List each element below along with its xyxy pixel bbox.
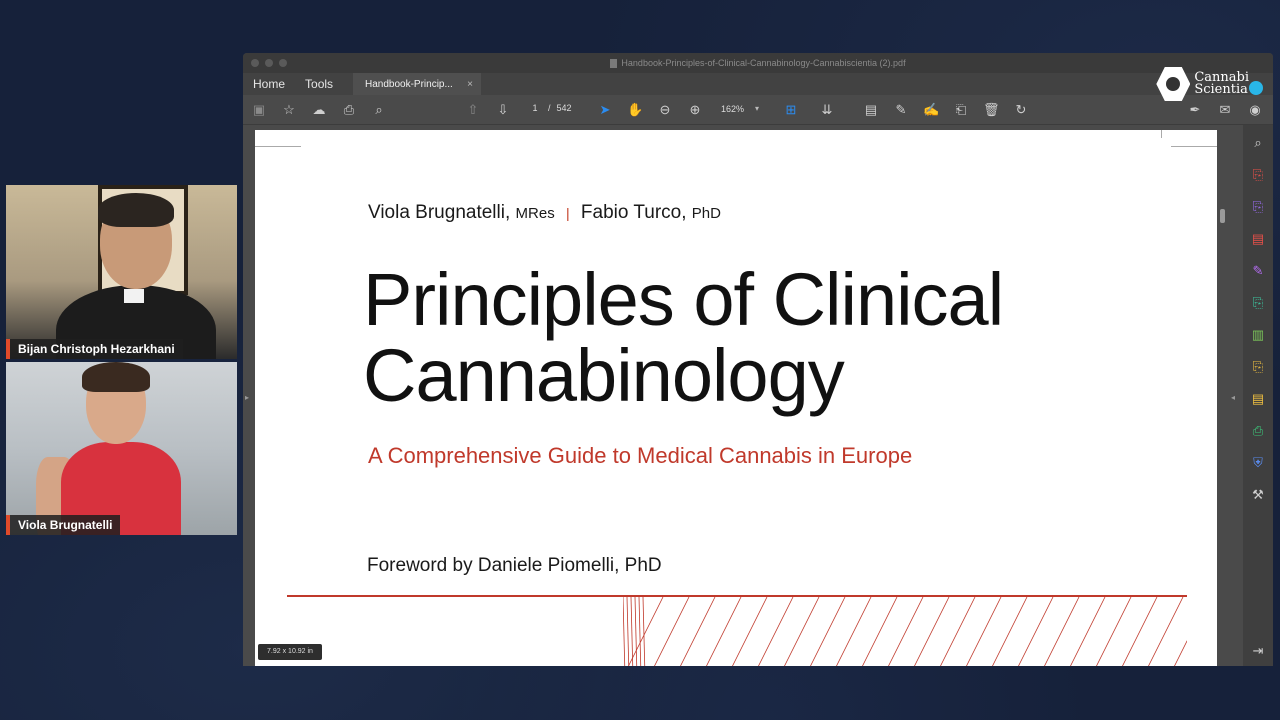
page-size-label: 7.92 x 10.92 in bbox=[258, 644, 322, 660]
organize-pages-icon[interactable]: ▥ bbox=[1250, 327, 1266, 343]
zoom-in-icon[interactable]: ⊕ bbox=[687, 102, 703, 118]
crop-mark bbox=[255, 146, 301, 147]
page-down-icon[interactable]: ⇩ bbox=[495, 102, 511, 118]
pdf-viewer-window: Handbook-Principles-of-Clinical-Cannabin… bbox=[243, 53, 1273, 666]
tab-bar: Home Tools Handbook-Princip... × bbox=[243, 73, 1273, 95]
page-indicator: 1 / 542 bbox=[528, 103, 572, 113]
window-controls bbox=[251, 59, 287, 67]
authors-line: Viola Brugnatelli, MRes | Fabio Turco, P… bbox=[368, 202, 721, 224]
toolbar: ▣ ☆ ☁ ⎙ ⌕ ⇧ ⇩ 1 / 542 ➤ ✋ ⊖ ⊕ 162% ▾ ⊞ ⇊… bbox=[243, 95, 1273, 125]
scrollbar-thumb[interactable] bbox=[1220, 209, 1225, 223]
fill-sign-icon[interactable]: ✎ bbox=[1250, 263, 1266, 279]
more-tools-icon[interactable]: ⚒ bbox=[1250, 487, 1266, 503]
person-hair bbox=[82, 362, 150, 392]
create-pdf-icon[interactable]: ⎘ bbox=[1250, 199, 1266, 215]
page-fit-icon[interactable]: ⊞ bbox=[783, 102, 799, 118]
print-icon[interactable]: ⎙ bbox=[341, 102, 357, 118]
delete-icon[interactable]: 🗑 bbox=[983, 102, 1000, 118]
scan-icon[interactable]: ⎙ bbox=[1250, 423, 1266, 439]
combine-files-icon[interactable]: ⎘ bbox=[1250, 295, 1266, 311]
tab-document-label: Handbook-Princip... bbox=[365, 78, 453, 90]
right-panel-toggle-icon[interactable]: ◂ bbox=[1231, 393, 1235, 402]
menu-home[interactable]: Home bbox=[243, 77, 295, 91]
hand-tool-icon[interactable]: ✋ bbox=[627, 102, 643, 118]
document-area[interactable]: Viola Brugnatelli, MRes | Fabio Turco, P… bbox=[243, 125, 1273, 666]
foreword-credit: Foreword by Daniele Piomelli, PhD bbox=[367, 555, 662, 576]
edit-pdf-icon[interactable]: ▤ bbox=[1250, 231, 1266, 247]
rotate-icon[interactable]: ↻ bbox=[1013, 102, 1029, 118]
window-title-text: Handbook-Principles-of-Clinical-Cannabin… bbox=[621, 58, 906, 68]
zoom-window-button[interactable] bbox=[279, 59, 287, 67]
select-cursor-icon[interactable]: ➤ bbox=[597, 102, 613, 118]
close-window-button[interactable] bbox=[251, 59, 259, 67]
page-up-icon[interactable]: ⇧ bbox=[465, 102, 481, 118]
menu-tools[interactable]: Tools bbox=[295, 77, 343, 91]
participant-video-1: Bijan Christoph Hezarkhani bbox=[6, 185, 237, 359]
logo-dot-icon bbox=[1249, 81, 1263, 95]
comment-panel-icon[interactable]: ▤ bbox=[1250, 391, 1266, 407]
chevron-down-icon[interactable]: ▾ bbox=[755, 104, 759, 113]
book-subtitle: A Comprehensive Guide to Medical Cannabi… bbox=[368, 443, 913, 468]
page-number-input[interactable]: 1 bbox=[528, 103, 542, 113]
protect-shield-icon[interactable]: ⛨ bbox=[1250, 455, 1266, 471]
zoom-out-icon[interactable]: ⊖ bbox=[657, 102, 673, 118]
vertical-scrollbar[interactable] bbox=[1220, 201, 1226, 661]
left-panel-toggle-icon[interactable]: ▸ bbox=[245, 393, 249, 402]
person-hair bbox=[98, 193, 174, 227]
page-total: 542 bbox=[556, 103, 572, 113]
author-1: Viola Brugnatelli, bbox=[368, 202, 511, 223]
author-2: Fabio Turco, bbox=[580, 202, 687, 223]
tab-document[interactable]: Handbook-Princip... × bbox=[353, 73, 481, 95]
account-icon[interactable]: ◉ bbox=[1247, 102, 1263, 118]
participant-name-tag: Bijan Christoph Hezarkhani bbox=[6, 339, 183, 359]
scroll-mode-icon[interactable]: ⇊ bbox=[819, 102, 835, 118]
brand-logo: Cannabi Scientia bbox=[1156, 67, 1263, 101]
right-tools-panel: ⌕ ⎘ ⎘ ▤ ✎ ⎘ ▥ ⎘ ▤ ⎙ ⛨ ⚒ ⇥ bbox=[1243, 125, 1273, 666]
author-1-degree: MRes bbox=[515, 205, 555, 222]
upload-cloud-icon[interactable]: ☁ bbox=[311, 102, 327, 118]
book-title-line-1: Principles of Clinical bbox=[363, 258, 1004, 341]
pdf-page[interactable]: Viola Brugnatelli, MRes | Fabio Turco, P… bbox=[255, 130, 1217, 666]
participant-name-tag: Viola Brugnatelli bbox=[6, 515, 121, 535]
book-title-line-2: Cannabinology bbox=[363, 334, 845, 417]
search-icon[interactable]: ⌕ bbox=[1250, 135, 1266, 151]
mail-icon[interactable]: ✉ bbox=[1217, 102, 1233, 118]
export-pdf-icon[interactable]: ⎘ bbox=[1250, 167, 1266, 183]
bookmark-star-icon[interactable]: ☆ bbox=[281, 102, 297, 118]
comment-icon[interactable]: ▤ bbox=[863, 102, 879, 118]
collapse-panel-icon[interactable]: ⇥ bbox=[1250, 643, 1266, 659]
title-bar: Handbook-Principles-of-Clinical-Cannabin… bbox=[243, 53, 1273, 73]
participant-video-2: Viola Brugnatelli bbox=[6, 362, 237, 535]
minimize-window-button[interactable] bbox=[265, 59, 273, 67]
logo-hexagon-icon bbox=[1156, 67, 1191, 101]
close-tab-icon[interactable]: × bbox=[467, 79, 473, 90]
draw-icon[interactable]: ✍ bbox=[923, 102, 939, 118]
highlight-pen-icon[interactable]: ✎ bbox=[893, 102, 909, 118]
logo-text: Cannabi Scientia bbox=[1194, 71, 1249, 97]
zoom-level-select[interactable]: 162% bbox=[721, 104, 744, 114]
window-title: Handbook-Principles-of-Clinical-Cannabin… bbox=[610, 53, 906, 73]
document-icon bbox=[610, 58, 618, 68]
sign-icon[interactable]: ✒ bbox=[1187, 102, 1203, 118]
clerical-collar bbox=[124, 289, 144, 303]
author-2-degree: PhD bbox=[691, 205, 721, 222]
page-separator: / bbox=[548, 103, 551, 113]
send-review-icon[interactable]: ⎘ bbox=[1250, 359, 1266, 375]
crop-mark bbox=[1171, 146, 1217, 147]
stamp-icon[interactable]: ⎗ bbox=[953, 102, 969, 118]
book-title: Principles of Clinical Cannabinology bbox=[363, 262, 1183, 414]
logo-line-2: Scientia bbox=[1194, 82, 1248, 97]
crop-mark bbox=[1161, 130, 1162, 138]
save-icon[interactable]: ▣ bbox=[251, 102, 267, 118]
author-separator: | bbox=[565, 205, 570, 221]
decorative-hatch-pattern bbox=[623, 597, 1187, 666]
search-icon[interactable]: ⌕ bbox=[371, 102, 387, 118]
